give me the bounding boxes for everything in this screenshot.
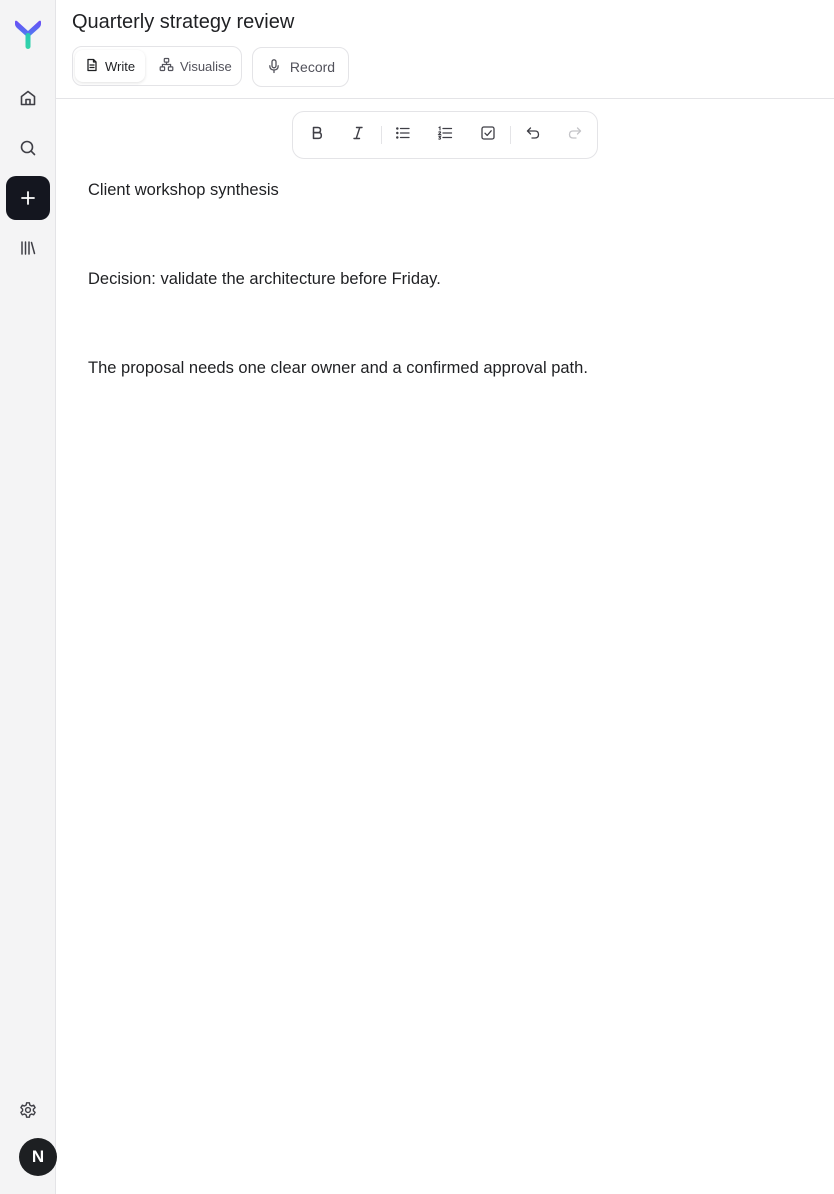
gear-icon xyxy=(18,1100,38,1120)
bullet-list-button[interactable] xyxy=(389,121,417,149)
bold-icon xyxy=(309,125,325,146)
undo-button[interactable] xyxy=(519,121,547,149)
bold-button[interactable] xyxy=(303,121,331,149)
undo-icon xyxy=(525,125,541,146)
document-icon xyxy=(85,58,99,75)
page-title[interactable]: Quarterly strategy review xyxy=(72,11,294,34)
paragraph[interactable]: Decision: validate the architecture befo… xyxy=(88,267,441,291)
paragraph[interactable]: The proposal needs one clear owner and a… xyxy=(88,356,588,380)
search-icon xyxy=(18,138,38,158)
record-label: Record xyxy=(289,59,336,75)
diagram-icon xyxy=(159,57,174,75)
checklist-button[interactable] xyxy=(474,121,502,149)
toolbar-divider xyxy=(381,126,382,144)
record-button[interactable]: Record xyxy=(252,47,349,87)
checklist-icon xyxy=(480,125,496,146)
sidebar-item-library[interactable] xyxy=(6,226,50,270)
tab-visualise-label: Visualise xyxy=(180,58,232,74)
redo-icon xyxy=(567,125,583,146)
sidebar-item-home[interactable] xyxy=(6,76,50,120)
sidebar-item-search[interactable] xyxy=(6,126,50,170)
numbered-list-button[interactable] xyxy=(431,121,459,149)
sidebar-item-new[interactable] xyxy=(6,176,50,220)
tab-visualise[interactable]: Visualise xyxy=(149,50,242,82)
avatar-initial: N xyxy=(31,1147,45,1166)
app-window: N Quarterly strategy review Write Visual… xyxy=(0,0,834,1194)
bullet-list-icon xyxy=(395,125,411,146)
formatting-toolbar xyxy=(292,111,598,159)
settings-button[interactable] xyxy=(6,1088,50,1132)
toolbar-divider xyxy=(510,126,511,144)
home-icon xyxy=(18,88,38,108)
document-header: Quarterly strategy review Write Visualis… xyxy=(56,0,834,99)
italic-button[interactable] xyxy=(344,121,372,149)
paragraph[interactable]: Client workshop synthesis xyxy=(88,178,279,202)
redo-button[interactable] xyxy=(561,121,589,149)
avatar[interactable]: N xyxy=(19,1138,57,1176)
numbered-list-icon xyxy=(437,125,453,146)
mode-switcher: Write Visualise xyxy=(72,46,242,86)
app-logo-icon[interactable] xyxy=(13,18,43,50)
sidebar: N xyxy=(0,0,57,1194)
microphone-icon xyxy=(266,58,282,77)
library-icon xyxy=(18,238,38,258)
tab-write-label: Write xyxy=(105,58,136,74)
tab-write[interactable]: Write xyxy=(75,50,146,82)
plus-icon xyxy=(18,188,38,208)
italic-icon xyxy=(350,125,366,146)
